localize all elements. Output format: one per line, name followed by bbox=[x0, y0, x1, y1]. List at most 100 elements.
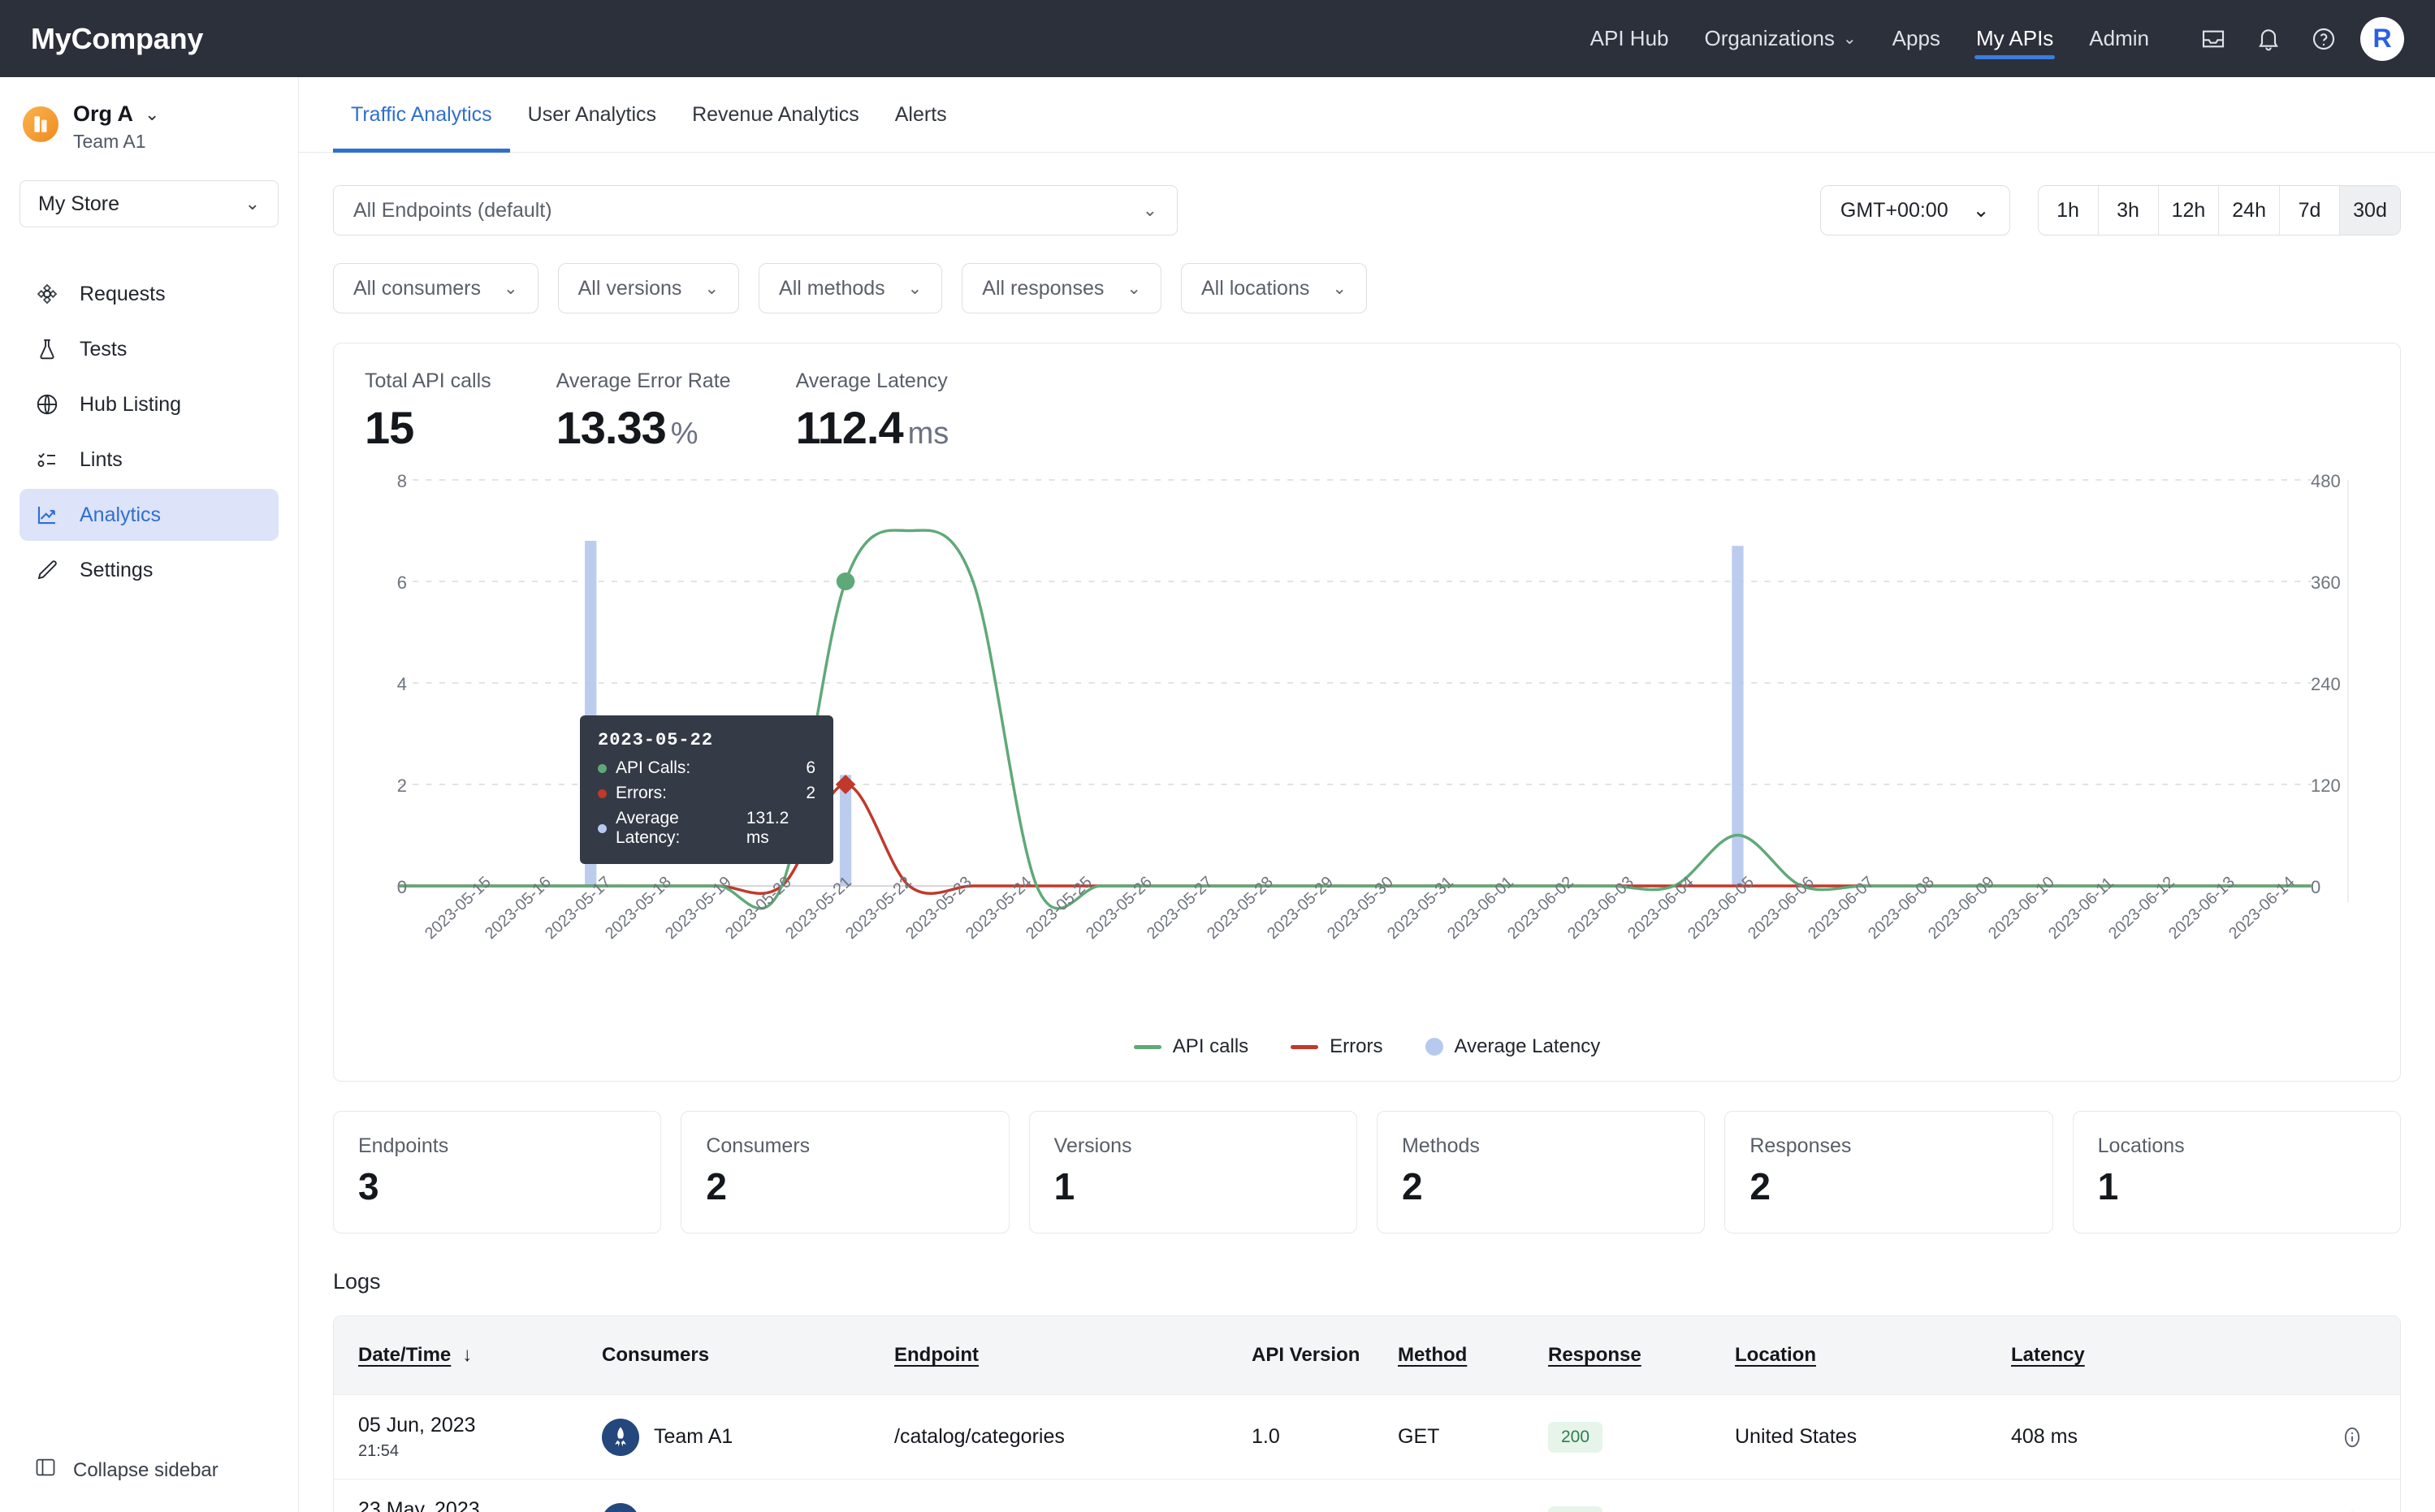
sidebar-item-label: Lints bbox=[80, 447, 123, 471]
column-header-latency[interactable]: Latency bbox=[2011, 1344, 2247, 1367]
range-12h[interactable]: 12h bbox=[2158, 186, 2220, 235]
tab-traffic-analytics[interactable]: Traffic Analytics bbox=[333, 77, 510, 153]
time-range-segmented-control: 1h 3h 12h 24h 7d 30d bbox=[2037, 185, 2401, 235]
sidebar-item-lints[interactable]: Lints bbox=[19, 434, 279, 486]
kpi-average-error-rate: Average Error Rate 13.33% bbox=[556, 369, 731, 454]
chevron-down-icon[interactable]: ⌄ bbox=[145, 104, 159, 125]
column-header-date-time[interactable]: Date/Time ↓ bbox=[334, 1344, 602, 1367]
sidebar-item-requests[interactable]: Requests bbox=[19, 268, 279, 320]
nav-item-admin[interactable]: Admin bbox=[2071, 0, 2167, 77]
legend-swatch-line bbox=[1291, 1044, 1319, 1049]
cell-info[interactable] bbox=[2247, 1510, 2400, 1512]
nav-item-label: Organizations bbox=[1704, 26, 1835, 50]
column-header-endpoint[interactable]: Endpoint bbox=[894, 1344, 1252, 1367]
main-content: Traffic Analytics User Analytics Revenue… bbox=[299, 77, 2435, 1512]
range-1h[interactable]: 1h bbox=[2038, 186, 2099, 235]
time-controls: GMT+00:00 ⌄ 1h 3h 12h 24h 7d 30d bbox=[1819, 185, 2401, 235]
stat-card-responses: Responses 2 bbox=[1724, 1111, 2053, 1233]
top-navigation-bar: MyCompany API Hub Organizations ⌄ Apps M… bbox=[0, 0, 2435, 77]
column-label: Date/Time bbox=[358, 1344, 452, 1366]
sidebar-item-label: Hub Listing bbox=[80, 392, 182, 416]
legend-errors[interactable]: Errors bbox=[1291, 1035, 1383, 1058]
sidebar-item-analytics[interactable]: Analytics bbox=[19, 489, 279, 541]
column-header-api-version: API Version bbox=[1252, 1344, 1398, 1367]
chart-plot-area[interactable]: 0 2 4 6 8 0 120 240 360 480 2023-05-22 API Calls:… bbox=[365, 472, 2369, 927]
logs-table-header: Date/Time ↓ Consumers Endpoint API Versi… bbox=[334, 1316, 2400, 1394]
cell-date-time: 05 Jun, 2023 21:54 bbox=[334, 1414, 602, 1461]
column-label: Consumers bbox=[602, 1344, 710, 1366]
consumer-name: Team A1 bbox=[654, 1425, 733, 1448]
chevron-down-icon: ⌄ bbox=[1842, 30, 1857, 48]
bell-icon[interactable] bbox=[2255, 25, 2282, 53]
table-row[interactable]: 23 May, 2023 20:48 Team A1 /newfeature bbox=[334, 1479, 2400, 1512]
versions-filter[interactable]: All versions ⌄ bbox=[557, 263, 740, 313]
timezone-select[interactable]: GMT+00:00 ⌄ bbox=[1819, 185, 2010, 235]
tooltip-bullet-api-calls bbox=[598, 763, 607, 773]
filter-label: All responses bbox=[982, 276, 1105, 300]
stat-card-versions: Versions 1 bbox=[1028, 1111, 1357, 1233]
column-header-response[interactable]: Response bbox=[1548, 1344, 1735, 1367]
sidebar-item-hub-listing[interactable]: Hub Listing bbox=[19, 378, 279, 430]
range-30d[interactable]: 30d bbox=[2340, 186, 2400, 235]
collapse-sidebar-button[interactable]: Collapse sidebar bbox=[0, 1456, 298, 1484]
nav-item-label: Admin bbox=[2089, 26, 2149, 50]
cell-api-version: 1.0 bbox=[1252, 1425, 1280, 1448]
nav-item-my-apis[interactable]: My APIs bbox=[1958, 0, 2071, 77]
stat-card-methods: Methods 2 bbox=[1376, 1111, 1706, 1233]
range-label: 1h bbox=[2057, 198, 2079, 222]
sidebar-item-tests[interactable]: Tests bbox=[19, 323, 279, 375]
nav-item-apps[interactable]: Apps bbox=[1875, 0, 1958, 77]
tooltip-label: Average Latency: bbox=[616, 809, 681, 847]
info-icon[interactable] bbox=[2340, 1425, 2364, 1449]
range-label: 30d bbox=[2353, 198, 2387, 222]
range-label: 3h bbox=[2117, 198, 2139, 222]
stat-label: Locations bbox=[2097, 1134, 2185, 1157]
stat-value: 1 bbox=[1053, 1165, 1075, 1207]
store-selector[interactable]: My Store ⌄ bbox=[19, 180, 279, 227]
cell-endpoint: /catalog/categories bbox=[894, 1425, 1065, 1448]
methods-filter[interactable]: All methods ⌄ bbox=[759, 263, 943, 313]
tab-label: Alerts bbox=[894, 102, 947, 126]
user-avatar[interactable]: R bbox=[2360, 16, 2404, 61]
info-icon[interactable] bbox=[2340, 1510, 2364, 1512]
nav-item-organizations[interactable]: Organizations ⌄ bbox=[1686, 0, 1874, 77]
cell-info[interactable] bbox=[2247, 1425, 2400, 1449]
endpoint-select[interactable]: All Endpoints (default) ⌄ bbox=[333, 185, 1178, 235]
consumers-filter[interactable]: All consumers ⌄ bbox=[333, 263, 538, 313]
sidebar-item-settings[interactable]: Settings bbox=[19, 544, 279, 596]
column-header-location[interactable]: Location bbox=[1735, 1344, 2011, 1367]
tab-revenue-analytics[interactable]: Revenue Analytics bbox=[674, 77, 877, 153]
chevron-down-icon: ⌄ bbox=[907, 279, 923, 298]
kpi-number: 112.4 bbox=[795, 402, 904, 453]
table-row[interactable]: 05 Jun, 2023 21:54 Team A1 /catalog/cate… bbox=[334, 1394, 2400, 1479]
column-header-method[interactable]: Method bbox=[1398, 1344, 1548, 1367]
tab-user-analytics[interactable]: User Analytics bbox=[510, 77, 674, 153]
stat-value: 1 bbox=[2097, 1165, 2119, 1207]
status-badge: 200 bbox=[1548, 1421, 1603, 1453]
inbox-icon[interactable] bbox=[2199, 25, 2227, 53]
legend-average-latency[interactable]: Average Latency bbox=[1425, 1035, 1600, 1058]
column-label: Location bbox=[1735, 1344, 1816, 1366]
range-24h[interactable]: 24h bbox=[2219, 186, 2280, 235]
help-icon[interactable] bbox=[2310, 25, 2338, 53]
column-label: Endpoint bbox=[894, 1344, 979, 1366]
cell-location: United States bbox=[1735, 1425, 1858, 1448]
tab-alerts[interactable]: Alerts bbox=[877, 77, 965, 153]
chart-legend: API calls Errors Average Latency bbox=[365, 1035, 2369, 1058]
nav-item-api-hub[interactable]: API Hub bbox=[1572, 0, 1687, 77]
stat-label: Methods bbox=[1401, 1134, 1480, 1157]
range-3h[interactable]: 3h bbox=[2098, 186, 2159, 235]
tab-label: User Analytics bbox=[527, 102, 657, 126]
app-brand-logo[interactable]: MyCompany bbox=[31, 22, 203, 56]
lints-icon bbox=[34, 447, 60, 473]
summary-stat-cards: Endpoints 3 Consumers 2 Versions 1 Metho… bbox=[333, 1111, 2401, 1233]
filter-row-primary: All Endpoints (default) ⌄ GMT+00:00 ⌄ 1h… bbox=[333, 185, 2401, 235]
org-switcher[interactable]: Org A ⌄ Team A1 bbox=[0, 77, 298, 153]
range-7d[interactable]: 7d bbox=[2280, 186, 2340, 235]
responses-filter[interactable]: All responses ⌄ bbox=[962, 263, 1161, 313]
range-label: 12h bbox=[2171, 198, 2206, 222]
legend-api-calls[interactable]: API calls bbox=[1133, 1035, 1248, 1058]
locations-filter[interactable]: All locations ⌄ bbox=[1180, 263, 1367, 313]
sidebar: Org A ⌄ Team A1 My Store ⌄ Requests Test… bbox=[0, 77, 299, 1512]
filter-label: All locations bbox=[1200, 276, 1310, 300]
